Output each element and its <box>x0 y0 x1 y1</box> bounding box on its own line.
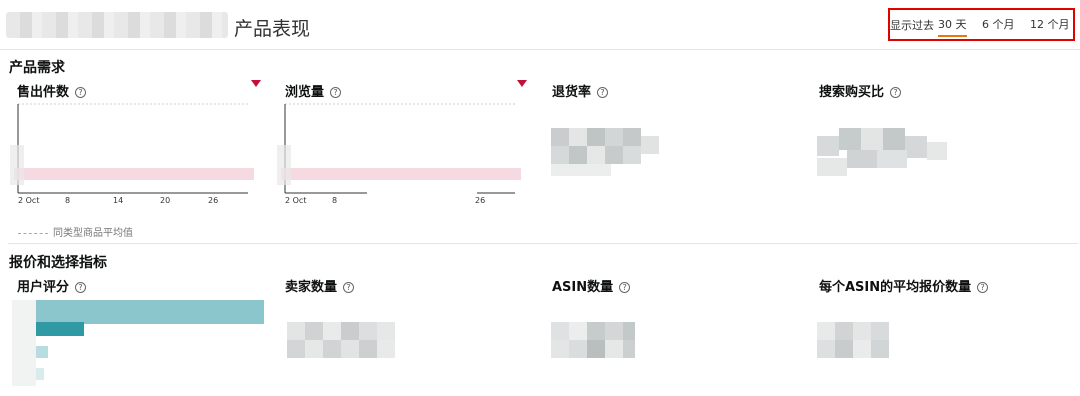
redacted-avg-offers-value <box>817 322 893 358</box>
metric-units-sold: 售出件数? <box>17 81 87 100</box>
legend-label: 同类型商品平均值 <box>53 228 133 239</box>
units-sold-chart: 2 Oct 8 14 20 26 <box>10 100 260 210</box>
alert-flag-icon <box>517 80 527 87</box>
metric-user-rating: 用户评分? <box>17 276 87 295</box>
metric-label: 退货率 <box>552 85 592 100</box>
help-icon[interactable]: ? <box>619 282 631 293</box>
help-icon[interactable]: ? <box>343 282 355 293</box>
rating-bar <box>36 300 264 324</box>
page-views-chart-svg: 2 Oct 8 26 <box>277 103 521 205</box>
alert-flag-icon <box>251 80 261 87</box>
redacted-y-labels <box>277 145 291 185</box>
chart-legend: 同类型商品平均值 <box>18 224 133 239</box>
x-tick-label: 2 Oct <box>285 196 306 205</box>
dashed-line-icon <box>18 232 48 234</box>
time-range-selector: 显示过去 30 天 6 个月 12 个月 <box>888 8 1075 41</box>
rating-bar <box>36 322 84 336</box>
redacted-return-rate-value <box>551 128 661 180</box>
section-divider <box>8 243 1078 244</box>
help-icon[interactable]: ? <box>977 282 989 293</box>
help-icon[interactable]: ? <box>597 87 609 98</box>
metric-avg-offers-per-asin: 每个ASIN的平均报价数量? <box>819 276 989 295</box>
range-label: 显示过去 <box>890 19 934 32</box>
page-views-chart: 2 Oct 8 26 <box>277 100 527 210</box>
metric-label: 用户评分 <box>17 280 70 295</box>
help-icon[interactable]: ? <box>890 87 902 98</box>
help-icon[interactable]: ? <box>330 87 342 98</box>
redacted-seller-count-value <box>287 322 397 358</box>
redacted-ticks <box>367 192 477 202</box>
page-title: 产品表现 <box>234 18 311 40</box>
help-icon[interactable]: ? <box>75 282 87 293</box>
rating-bar <box>36 346 48 358</box>
metric-label: ASIN数量 <box>552 280 614 295</box>
metric-page-views: 浏览量? <box>285 81 342 100</box>
range-option-6-months[interactable]: 6 个月 <box>982 16 1015 32</box>
metric-label: 每个ASIN的平均报价数量 <box>819 280 972 295</box>
x-tick-label: 20 <box>160 196 170 205</box>
redacted-series-band <box>14 168 254 180</box>
metric-search-to-purchase: 搜索购买比? <box>819 81 902 100</box>
redacted-y-labels <box>10 145 24 185</box>
range-option-12-months[interactable]: 12 个月 <box>1030 16 1070 32</box>
metric-label: 卖家数量 <box>285 280 338 295</box>
section-title-demand: 产品需求 <box>9 60 65 76</box>
metric-asin-count: ASIN数量? <box>552 276 631 295</box>
section-title-offers: 报价和选择指标 <box>9 255 107 271</box>
metric-label: 售出件数 <box>17 85 70 100</box>
metric-seller-count: 卖家数量? <box>285 276 355 295</box>
x-tick-label: 14 <box>113 196 123 205</box>
page-header: 产品表现 显示过去 30 天 6 个月 12 个月 <box>0 0 1080 50</box>
x-tick-label: 2 Oct <box>18 196 39 205</box>
x-tick-label: 8 <box>65 196 70 205</box>
x-tick-label: 8 <box>332 196 337 205</box>
metric-return-rate: 退货率? <box>552 81 609 100</box>
user-rating-bars <box>12 296 266 386</box>
metric-label: 浏览量 <box>285 85 325 100</box>
rating-bar <box>36 368 44 380</box>
help-icon[interactable]: ? <box>75 87 87 98</box>
redacted-asin-count-value <box>551 322 637 358</box>
range-option-30-days[interactable]: 30 天 <box>938 16 967 37</box>
units-sold-chart-svg: 2 Oct 8 14 20 26 <box>10 103 254 205</box>
x-tick-label: 26 <box>475 196 485 205</box>
redacted-store-name <box>6 12 228 38</box>
metric-label: 搜索购买比 <box>819 85 885 100</box>
x-tick-label: 26 <box>208 196 218 205</box>
redacted-series-band <box>281 168 521 180</box>
redacted-search-purchase-value <box>817 128 949 180</box>
